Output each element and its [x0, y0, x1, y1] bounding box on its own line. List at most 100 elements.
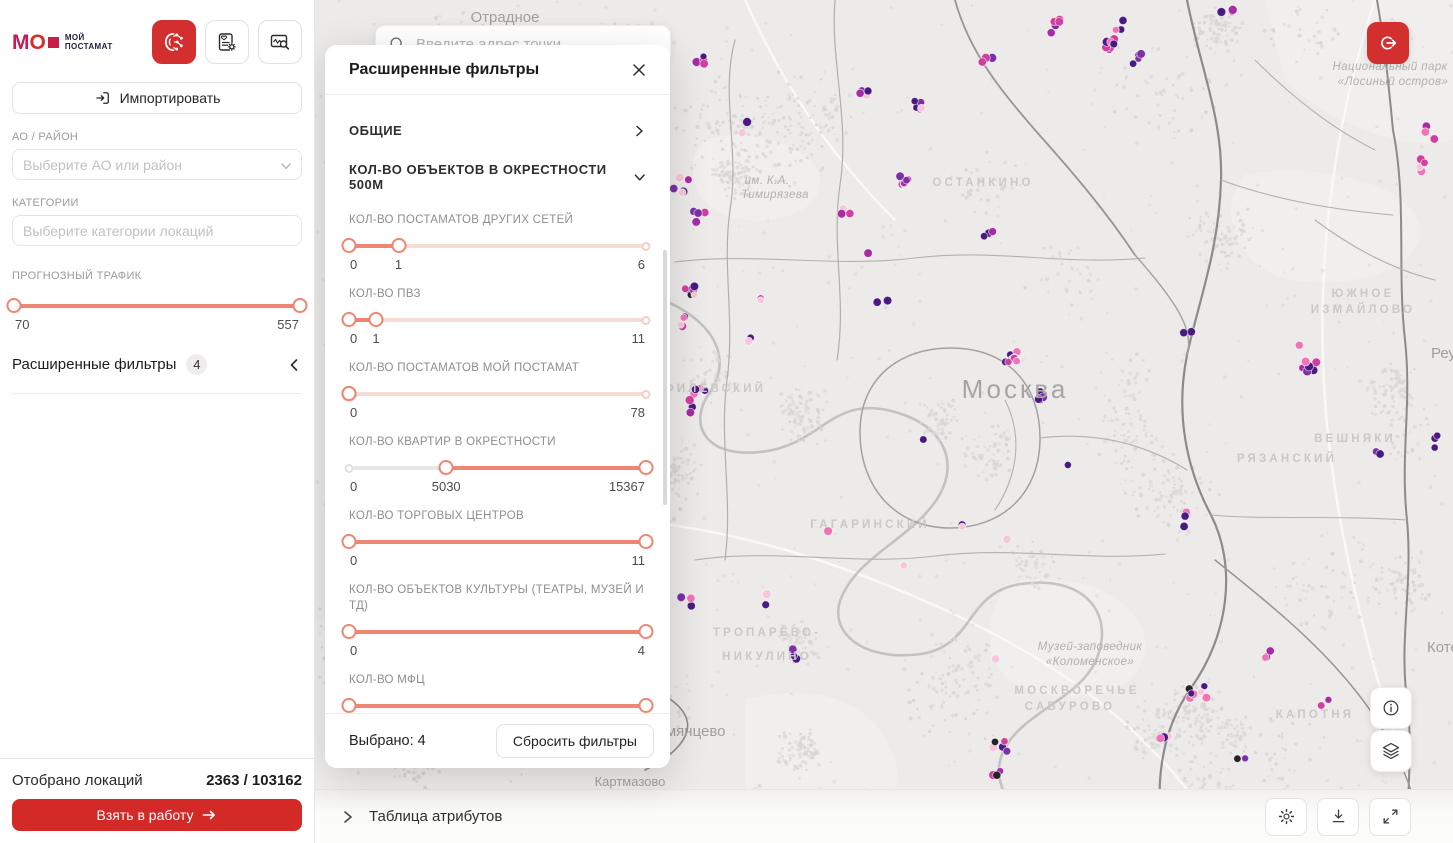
filter-slider-group: КОЛ-ВО ПВЗ0111	[349, 286, 646, 348]
section-objects-500m[interactable]: КОЛ-ВО ОБЪЕКТОВ В ОКРЕСТНОСТИ 500М	[349, 162, 646, 192]
range-slider[interactable]	[14, 298, 300, 314]
district-label: АО / РАЙОН	[12, 131, 302, 143]
settings-button[interactable]	[1265, 798, 1307, 836]
slider-marks: 70557	[14, 317, 300, 334]
svg-text:Тимирязева: Тимирязева	[741, 189, 809, 201]
logout-button[interactable]	[1367, 22, 1409, 64]
slider-mark: 0	[350, 405, 357, 420]
mode-card-settings-button[interactable]	[205, 20, 249, 64]
panel-content: ОБЩИЕ КОЛ-ВО ОБЪЕКТОВ В ОКРЕСТНОСТИ 500М…	[325, 95, 670, 713]
categories-select[interactable]	[12, 215, 302, 246]
slider-handle-upper[interactable]	[342, 386, 357, 401]
fullscreen-button[interactable]	[1369, 798, 1411, 836]
slider-handle-upper[interactable]	[293, 298, 308, 313]
slider-mark: 557	[277, 317, 299, 332]
range-slider[interactable]	[349, 460, 646, 476]
slider-mark: 1	[372, 331, 379, 346]
range-slider[interactable]	[349, 386, 646, 402]
slider-handle-lower[interactable]	[342, 238, 357, 253]
slider-handle-lower[interactable]	[342, 534, 357, 549]
svg-text:Картмазово: Картмазово	[595, 774, 666, 789]
slider-mark: 11	[632, 553, 646, 568]
range-slider[interactable]	[349, 312, 646, 328]
advanced-filters-count-badge: 4	[186, 354, 207, 375]
svg-text:им. К.А.: им. К.А.	[745, 175, 790, 187]
svg-text:ГАГАРИНСКИЙ: ГАГАРИНСКИЙ	[810, 518, 930, 531]
slider-mark: 0	[350, 331, 357, 346]
slider-handle-upper[interactable]	[639, 534, 654, 549]
slider-marks: 078	[349, 405, 646, 422]
slider-handle-lower[interactable]	[342, 312, 357, 327]
slider-rail-inactive-right	[376, 318, 646, 322]
monitor-search-icon	[268, 30, 292, 54]
brain-network-icon	[161, 29, 187, 55]
slider-marks: 0503015367	[349, 479, 646, 496]
slider-active-range	[349, 630, 646, 634]
layers-icon	[1381, 741, 1401, 761]
mode-analytics-search-button[interactable]	[258, 20, 302, 64]
slider-rail-inactive-right	[349, 392, 646, 396]
slider-mark: 0	[350, 479, 357, 494]
filter-slider-label: КОЛ-ВО ПОСТАМАТОВ ДРУГИХ СЕТЕЙ	[349, 212, 646, 228]
svg-text:Реутов: Реутов	[1431, 345, 1453, 362]
slider-handle-upper[interactable]	[369, 312, 384, 327]
district-select-input[interactable]	[13, 157, 301, 173]
slider-handle-upper[interactable]	[391, 238, 406, 253]
svg-text:ЮЖНОЕ: ЮЖНОЕ	[1332, 288, 1395, 300]
download-button[interactable]	[1317, 798, 1359, 836]
slider-rail-inactive-right	[399, 244, 647, 248]
take-to-work-button[interactable]: Взять в работу	[12, 799, 302, 831]
logo-square	[48, 37, 59, 48]
section-general[interactable]: ОБЩИЕ	[349, 123, 646, 138]
slider-mark: 0	[350, 257, 357, 272]
categories-select-input[interactable]	[13, 223, 301, 239]
filter-slider-label: КОЛ-ВО ПВЗ	[349, 286, 646, 302]
slider-handle-upper[interactable]	[639, 698, 654, 713]
advanced-filters-toggle[interactable]: Расширенные фильтры 4	[12, 354, 302, 394]
mode-ai-analysis-button[interactable]	[152, 20, 196, 64]
range-slider[interactable]	[349, 698, 646, 713]
sidebar: М О МОЙ ПОСТАМАТ	[0, 0, 315, 843]
slider-mark: 15367	[609, 479, 645, 494]
layers-button[interactable]	[1370, 730, 1412, 772]
slider-handle-lower[interactable]	[439, 460, 454, 475]
range-slider[interactable]	[349, 624, 646, 640]
section-general-label: ОБЩИЕ	[349, 123, 402, 138]
svg-text:ВЕШНЯКИ: ВЕШНЯКИ	[1314, 433, 1396, 445]
slider-handle-upper[interactable]	[639, 460, 654, 475]
slider-marks: 016	[349, 257, 646, 274]
reset-filters-button[interactable]: Сбросить фильтры	[496, 724, 654, 758]
close-button[interactable]	[626, 57, 652, 83]
attribute-table-toggle[interactable]: Таблица атрибутов	[341, 808, 502, 825]
panel-scrollbar[interactable]	[663, 250, 667, 505]
district-select[interactable]	[12, 149, 302, 180]
filter-slider-label: КОЛ-ВО ОБЪЕКТОВ КУЛЬТУРЫ (ТЕАТРЫ, МУЗЕЙ …	[349, 582, 646, 614]
slider-handle-lower[interactable]	[342, 624, 357, 639]
brand-logo: М О МОЙ ПОСТАМАТ	[12, 32, 113, 53]
advanced-filters-label: Расширенные фильтры	[12, 356, 176, 373]
slider-active-range	[446, 466, 646, 470]
slider-mark: 6	[638, 257, 645, 272]
svg-text:САБУРОВО: САБУРОВО	[1025, 701, 1115, 713]
slider-mark: 0	[350, 643, 357, 658]
import-button[interactable]: Импортировать	[12, 82, 302, 114]
slider-handle-lower[interactable]	[342, 698, 357, 713]
slider-endcap-max	[642, 316, 651, 325]
sidebar-footer: Отобрано локаций 2363 / 103162 Взять в р…	[0, 758, 314, 843]
info-button[interactable]	[1370, 687, 1412, 729]
slider-active-range	[349, 540, 646, 544]
filter-slider-group: КОЛ-ВО ПОСТАМАТОВ МОЙ ПОСТАМАТ078	[349, 360, 646, 422]
chevron-down-icon	[280, 160, 292, 172]
import-icon	[94, 89, 112, 107]
selected-filters-count: Выбрано: 4	[349, 733, 426, 749]
svg-text:ТРОПАРЁВО-: ТРОПАРЁВО-	[713, 626, 821, 639]
filter-slider-group: КОЛ-ВО ПОСТАМАТОВ ДРУГИХ СЕТЕЙ 016	[349, 212, 646, 274]
range-slider[interactable]	[349, 238, 646, 254]
categories-label: КАТЕГОРИИ	[12, 197, 302, 209]
import-label: Импортировать	[120, 90, 221, 106]
gear-icon	[1277, 807, 1296, 826]
slider-handle-upper[interactable]	[639, 624, 654, 639]
slider-handle-lower[interactable]	[7, 298, 22, 313]
traffic-slider-wrap: 70557	[14, 298, 300, 334]
range-slider[interactable]	[349, 534, 646, 550]
